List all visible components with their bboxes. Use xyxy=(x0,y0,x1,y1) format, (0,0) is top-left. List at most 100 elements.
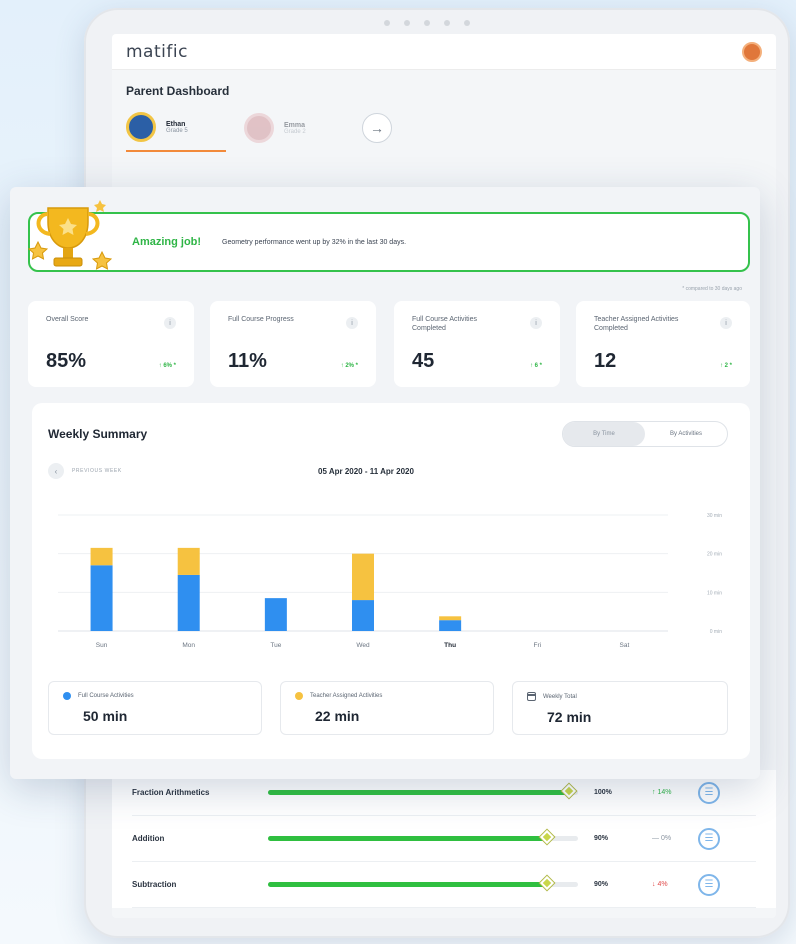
performance-overlay-card: Amazing job! Geometry performance went u… xyxy=(10,187,760,779)
calendar-icon xyxy=(527,692,536,701)
y-tick-label: 30 min xyxy=(707,513,722,519)
stat-change: ↑ 2 * xyxy=(719,363,732,369)
topic-row: Addition 90% — 0% ☰ xyxy=(132,816,756,862)
trophy-icon xyxy=(27,200,113,270)
summary-label: Teacher Assigned Activities xyxy=(310,693,383,699)
view-toggle: By Time By Activities xyxy=(562,421,728,447)
legend-dot-yellow xyxy=(295,692,303,700)
stat-card-teacher-activities: Teacher Assigned Activities Completed i … xyxy=(576,301,750,387)
matific-logo[interactable]: matific xyxy=(126,42,188,62)
page-title: Parent Dashboard xyxy=(126,84,230,98)
topic-details-list-icon[interactable]: ☰ xyxy=(698,873,720,896)
chevron-left-icon[interactable]: ‹ xyxy=(48,463,64,479)
topic-progress-marker xyxy=(539,829,555,845)
kid-name: Ethan xyxy=(166,120,186,128)
stat-label: Overall Score xyxy=(46,316,89,323)
x-tick-label: Mon xyxy=(182,642,195,649)
bar-segment[interactable] xyxy=(264,598,287,631)
y-tick-label: 10 min xyxy=(707,590,722,596)
summary-weekly-total: Weekly Total 72 min xyxy=(512,681,728,735)
topic-row: Subtraction 90% ↓ 4% ☰ xyxy=(132,862,756,908)
topic-progress-marker xyxy=(539,875,555,891)
banner-title: Amazing job! xyxy=(132,236,202,248)
user-avatar[interactable] xyxy=(742,41,762,62)
stat-change: ↑ 2% * xyxy=(340,363,358,369)
date-range: 05 Apr 2020 - 11 Apr 2020 xyxy=(318,467,414,476)
bar-segment[interactable] xyxy=(352,600,374,631)
topic-name: Fraction Arithmetics xyxy=(132,788,210,797)
bar-segment[interactable] xyxy=(439,616,462,621)
banner-message: Geometry performance went up by 32% in t… xyxy=(222,238,407,246)
bar-segment[interactable] xyxy=(177,547,200,575)
summary-value: 72 min xyxy=(547,709,592,725)
y-tick-label: 20 min xyxy=(707,552,722,558)
kid-name: Emma xyxy=(284,121,306,129)
weekly-bar-chart: 0 min 10 min 20 min 30 min Sun Mon Tue Wed Thu Fr… xyxy=(58,513,722,649)
kid-selector: Ethan Grade 5 Emma Grade 2 → xyxy=(112,98,776,152)
toggle-by-activities[interactable]: By Activities xyxy=(645,422,727,446)
bar-segment[interactable] xyxy=(439,620,462,631)
stat-card-overall-score: Overall Score i 85% ↑ 6% * xyxy=(28,301,194,387)
summary-label: Full Course Activities xyxy=(78,693,134,699)
kid-tab-ethan[interactable]: Ethan Grade 5 xyxy=(126,112,226,152)
info-icon[interactable]: i xyxy=(720,317,732,329)
weekly-summary-panel: Weekly Summary By Time By Activities ‹ P… xyxy=(32,403,750,759)
legend-dot-blue xyxy=(63,692,71,700)
kid-tab-emma[interactable]: Emma Grade 2 xyxy=(244,113,344,151)
topic-progress-bar xyxy=(268,875,578,891)
stat-card-course-activities: Full Course Activities Completed i 45 ↑ … xyxy=(394,301,560,387)
x-tick-label: Wed xyxy=(356,642,370,649)
tablet-camera-dots xyxy=(384,20,470,26)
x-tick-label: Tue xyxy=(270,642,281,649)
topic-progress-marker xyxy=(561,783,576,799)
y-tick-label: 0 min xyxy=(710,629,722,635)
summary-label: Weekly Total xyxy=(543,693,577,700)
x-tick-label: Thu xyxy=(444,642,456,649)
topic-name: Addition xyxy=(132,834,165,843)
next-kid-arrow-icon[interactable]: → xyxy=(362,113,392,143)
topic-score: 90% xyxy=(594,881,609,888)
bar-segment[interactable] xyxy=(177,574,200,631)
topics-table: Fraction Arithmetics 100% ↑ 14% ☰ Additi… xyxy=(112,770,776,908)
kid-grade: Grade 5 xyxy=(166,127,188,134)
info-icon[interactable]: i xyxy=(164,317,176,329)
topic-details-list-icon[interactable]: ☰ xyxy=(698,827,720,850)
kid-avatar xyxy=(126,112,156,142)
bar-segment[interactable] xyxy=(90,565,113,631)
summary-value: 22 min xyxy=(315,708,360,724)
stat-change: ↑ 6% * xyxy=(158,363,176,369)
stat-value: 45 xyxy=(412,350,435,372)
previous-week-button[interactable]: ‹ PREVIOUS WEEK xyxy=(48,463,122,479)
topic-score: 100% xyxy=(594,789,612,796)
stat-label: Teacher Assigned Activities Completed xyxy=(594,316,679,333)
stat-label: Full Course Activities Completed xyxy=(412,316,477,333)
topic-progress-fill xyxy=(268,882,547,887)
topic-score: 90% xyxy=(594,835,609,842)
topic-name: Subtraction xyxy=(132,880,177,889)
stat-value: 11% xyxy=(228,350,267,372)
topic-progress-bar xyxy=(268,829,578,845)
topic-progress-fill xyxy=(268,836,547,841)
stat-label: Full Course Progress xyxy=(228,316,294,323)
compare-note: * compared to 30 days ago xyxy=(682,286,742,292)
bar-segment[interactable] xyxy=(352,553,374,601)
bar-segment[interactable] xyxy=(90,547,113,566)
topic-progress-bar xyxy=(268,783,578,799)
info-icon[interactable]: i xyxy=(530,317,542,329)
previous-week-label: PREVIOUS WEEK xyxy=(72,468,122,474)
summary-teacher-activities: Teacher Assigned Activities 22 min xyxy=(280,681,494,735)
stat-value: 85% xyxy=(46,350,87,372)
topic-progress-fill xyxy=(268,790,569,795)
topic-change: ↓ 4% xyxy=(652,881,668,888)
topic-details-list-icon[interactable]: ☰ xyxy=(698,781,720,804)
topic-change: ↑ 14% xyxy=(652,789,672,796)
x-tick-label: Sat xyxy=(620,642,630,649)
toggle-by-time[interactable]: By Time xyxy=(563,422,645,446)
info-icon[interactable]: i xyxy=(346,317,358,329)
stat-value: 12 xyxy=(594,350,617,372)
stat-change: ↑ 6 * xyxy=(529,363,542,369)
stat-card-course-progress: Full Course Progress i 11% ↑ 2% * xyxy=(210,301,376,387)
summary-course-activities: Full Course Activities 50 min xyxy=(48,681,262,735)
x-tick-label: Fri xyxy=(533,642,541,649)
app-bar: matific xyxy=(112,34,776,70)
